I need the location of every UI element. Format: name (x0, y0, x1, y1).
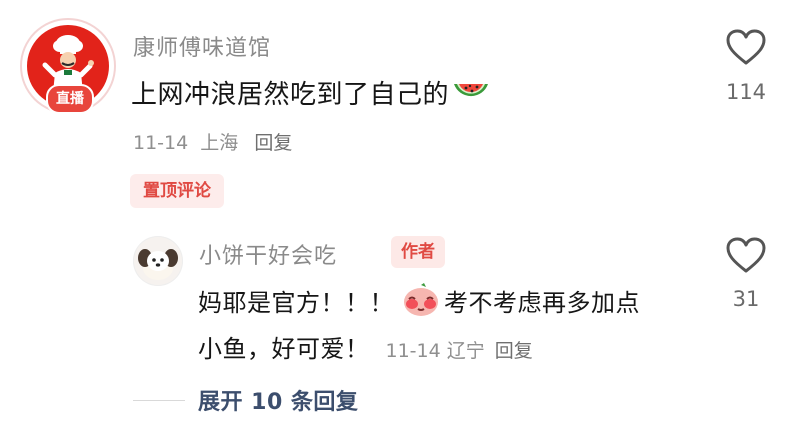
reply-like-count: 31 (732, 287, 760, 311)
comment-text-content: 上网冲浪居然吃到了自己的 (131, 80, 450, 110)
reply-reply-button[interactable]: 回复 (495, 336, 533, 363)
author-tag: 作者 (391, 236, 445, 268)
reply-like-button[interactable] (725, 236, 767, 278)
reply-button[interactable]: 回复 (254, 132, 292, 154)
comment-date: 11-14 (133, 132, 189, 154)
comment-location: 上海 (200, 132, 239, 154)
reply-author-name[interactable]: 小饼干好会吃 (199, 238, 337, 270)
reply-date: 11-14 (385, 340, 441, 362)
dog-avatar-icon (138, 249, 178, 280)
reply-text-part1: 妈耶是官方！！！ (198, 288, 394, 317)
comment-author-name[interactable]: 康师傅味道馆 (133, 30, 271, 62)
heart-icon (726, 237, 766, 273)
reply-text-line2: 小鱼，好可爱！ 11-14 辽宁 回复 (198, 329, 533, 364)
comment-meta: 11-14 上海 回复 (133, 128, 292, 155)
expand-divider (133, 400, 185, 401)
reply-author-avatar[interactable] (133, 236, 183, 286)
watermelon-emoji-icon (454, 83, 489, 96)
reply-text-part3: 小鱼，好可爱！ (198, 335, 370, 363)
blushing-peach-emoji-icon (404, 283, 438, 316)
expand-replies-button[interactable]: 展开 10 条回复 (198, 384, 358, 416)
reply-text-part2: 考不考虑再多加点 (444, 288, 640, 317)
author-avatar[interactable]: 直播 (20, 18, 116, 114)
like-count: 114 (725, 80, 767, 104)
heart-icon (726, 29, 766, 65)
reply-text-line1: 妈耶是官方！！！ 考不考虑再多加点 (198, 282, 640, 318)
reply-location: 辽宁 (446, 340, 485, 362)
live-badge: 直播 (46, 84, 94, 114)
comment-text: 上网冲浪居然吃到了自己的 (131, 74, 491, 111)
pinned-comment-tag: 置顶评论 (130, 174, 224, 208)
like-button[interactable] (725, 28, 767, 70)
